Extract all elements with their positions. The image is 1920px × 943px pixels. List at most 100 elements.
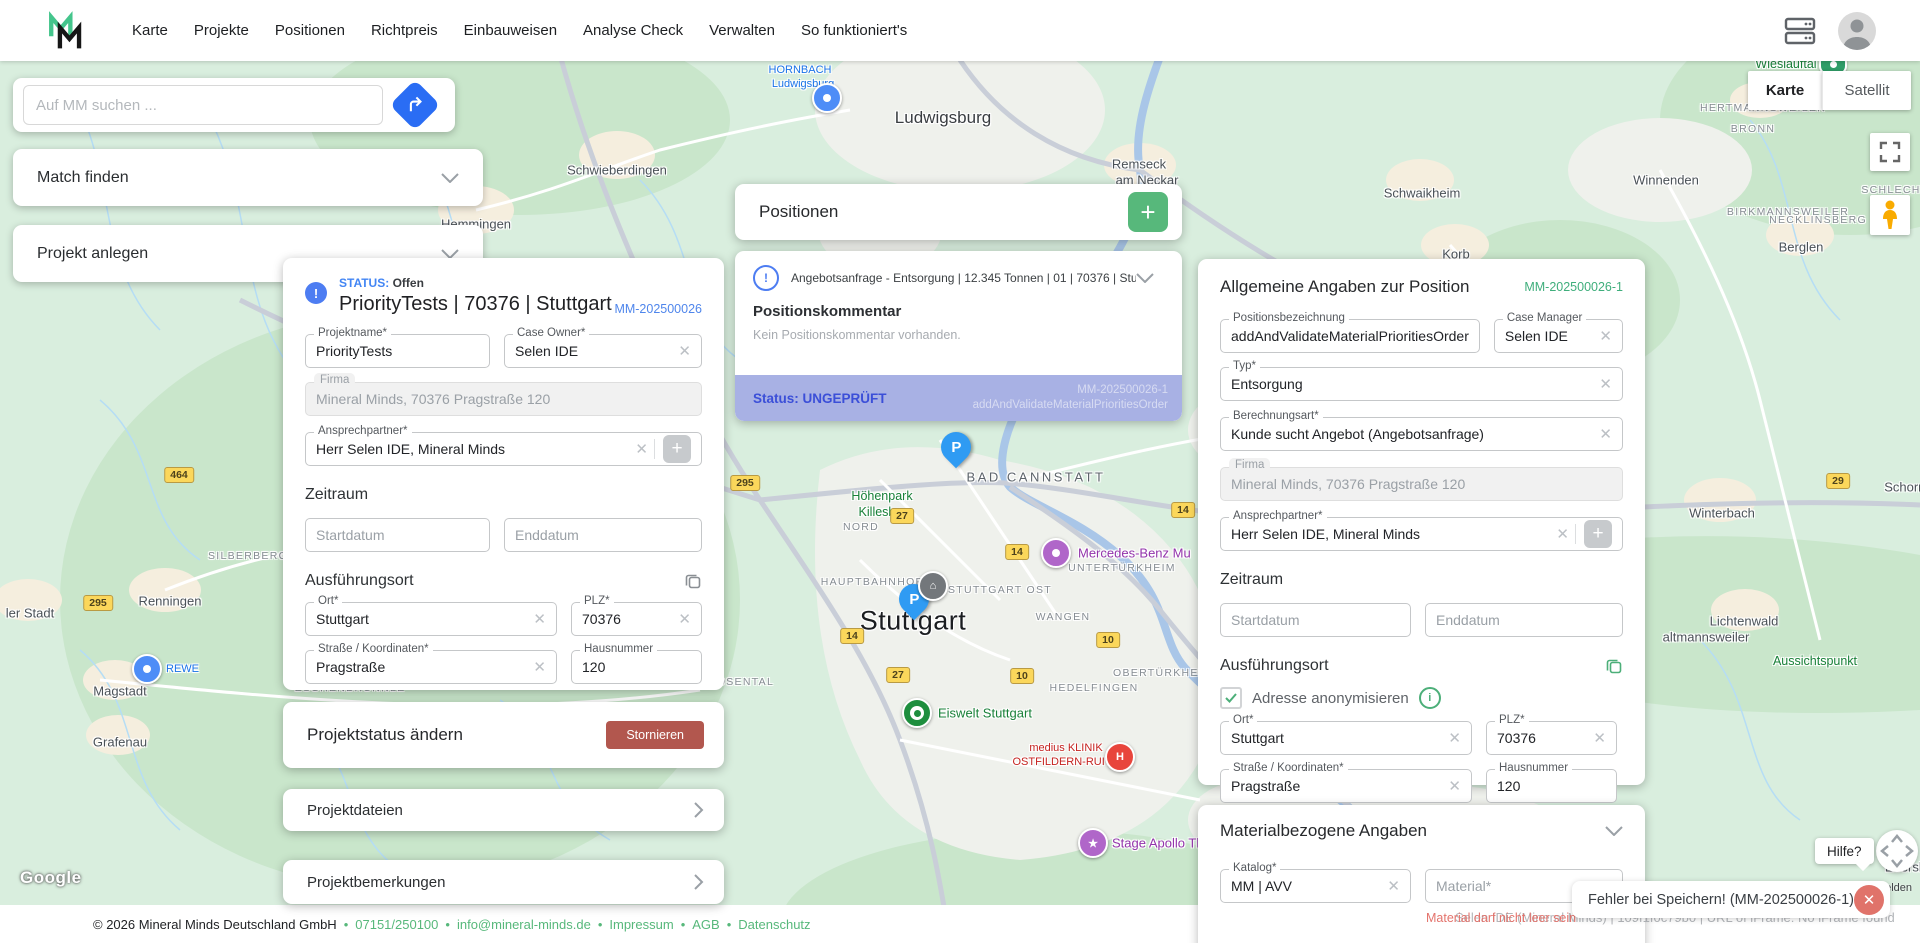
map-label: Renningen <box>139 594 202 609</box>
ausfuehrungsort-heading: Ausführungsort <box>1220 657 1329 675</box>
hornbach-poi-marker[interactable] <box>812 83 842 113</box>
clear-icon[interactable]: ✕ <box>1599 377 1612 392</box>
add-contact-button[interactable]: + <box>663 435 691 463</box>
nav-item-einbauweisen[interactable]: Einbauweisen <box>464 22 557 39</box>
nav-item-karte[interactable]: Karte <box>132 22 168 39</box>
clear-icon[interactable]: ✕ <box>1556 527 1569 542</box>
hausnummer-field[interactable]: Hausnummer 120 <box>1486 769 1617 803</box>
footer-link[interactable]: info@mineral-minds.de <box>457 917 591 932</box>
copy-address-icon[interactable] <box>684 572 702 590</box>
clear-icon[interactable]: ✕ <box>1448 731 1461 746</box>
ort-field[interactable]: Ort* Stuttgart ✕ <box>1220 721 1472 755</box>
footer-link[interactable]: 07151/250100 <box>355 917 438 932</box>
case-manager-field[interactable]: Case Manager Selen IDE ✕ <box>1494 319 1623 353</box>
match-finden-accordion[interactable]: Match finden <box>13 149 483 206</box>
firma-field: Firma Mineral Minds, 70376 Pragstraße 12… <box>305 382 702 416</box>
startdatum-field[interactable]: Startdatum <box>1220 603 1411 637</box>
chevron-down-icon[interactable] <box>1605 826 1623 836</box>
map-label: Magstadt <box>93 684 146 699</box>
eiswelt-poi-marker-dot <box>914 710 921 717</box>
zeitraum-heading: Zeitraum <box>305 486 702 504</box>
nav-item-projekte[interactable]: Projekte <box>194 22 249 39</box>
clear-icon[interactable]: ✕ <box>1593 731 1606 746</box>
nav-item-verwalten[interactable]: Verwalten <box>709 22 775 39</box>
project-notes-panel[interactable]: Projektbemerkungen <box>283 860 724 904</box>
berechnungsart-label: Berechnungsart* <box>1229 410 1323 422</box>
nav-item-analyse-check[interactable]: Analyse Check <box>583 22 683 39</box>
add-contact-button[interactable]: + <box>1584 520 1612 548</box>
clear-icon[interactable]: ✕ <box>678 612 691 627</box>
footer-link[interactable]: Datenschutz <box>738 917 810 932</box>
plz-field[interactable]: PLZ* 70376 ✕ <box>1486 721 1617 755</box>
enddatum-placeholder: Enddatum <box>1436 612 1612 628</box>
museum-poi-marker[interactable] <box>1041 538 1071 568</box>
strasse-field[interactable]: Straße / Koordinaten* Pragstraße ✕ <box>305 650 557 684</box>
map-rotate-control[interactable] <box>1876 830 1918 872</box>
case-owner-field[interactable]: Case Owner* Selen IDE ✕ <box>504 334 702 368</box>
berechnungsart-field[interactable]: Berechnungsart* Kunde sucht Angebot (Ang… <box>1220 417 1623 451</box>
eiswelt-poi-marker[interactable] <box>902 698 932 728</box>
factory-poi-marker[interactable]: ⌂ <box>918 571 948 601</box>
plz-field[interactable]: PLZ* 70376 ✕ <box>571 602 702 636</box>
footer-link[interactable]: AGB <box>692 917 719 932</box>
clear-icon[interactable]: ✕ <box>533 612 546 627</box>
mineral-minds-logo[interactable] <box>46 9 86 53</box>
stornieren-button[interactable]: Stornieren <box>606 721 704 749</box>
typ-field[interactable]: Typ* Entsorgung ✕ <box>1220 367 1623 401</box>
clear-icon[interactable]: ✕ <box>1599 329 1612 344</box>
ansprechpartner-field[interactable]: Ansprechpartner* Herr Selen IDE, Mineral… <box>1220 517 1623 551</box>
startdatum-field[interactable]: Startdatum <box>305 518 490 552</box>
info-icon[interactable]: i <box>1419 687 1441 709</box>
map-label: STUTTGART OST <box>948 584 1052 596</box>
rewe-poi-marker[interactable] <box>132 654 162 684</box>
nav-item-positionen[interactable]: Positionen <box>275 22 345 39</box>
enddatum-field[interactable]: Enddatum <box>1425 603 1623 637</box>
user-avatar[interactable] <box>1838 12 1876 50</box>
app-root: LudwigsburgHORNBACHLudwigsburgSchwieberd… <box>0 0 1920 943</box>
strasse-field[interactable]: Straße / Koordinaten* Pragstraße ✕ <box>1220 769 1472 803</box>
chevron-down-icon[interactable] <box>1136 273 1154 283</box>
clear-icon[interactable]: ✕ <box>533 660 546 675</box>
search-go-button[interactable] <box>390 80 441 131</box>
search-card <box>13 78 455 132</box>
nav-item-so-funktioniert-s[interactable]: So funktioniert's <box>801 22 907 39</box>
position-pin-bad-cannstatt[interactable]: P <box>939 430 975 470</box>
clear-icon[interactable]: ✕ <box>635 442 648 457</box>
toast-close-button[interactable]: ✕ <box>1854 885 1884 915</box>
katalog-field[interactable]: Katalog* MM | AVV ✕ <box>1220 869 1411 903</box>
clear-icon[interactable]: ✕ <box>678 344 691 359</box>
route-shield: 27 <box>890 508 914 524</box>
help-button[interactable]: Hilfe? <box>1815 838 1874 864</box>
ansprechpartner-value: Herr Selen IDE, Mineral Minds <box>316 441 627 457</box>
positionsbezeichnung-field[interactable]: Positionsbezeichnung addAndValidateMater… <box>1220 319 1480 353</box>
ansprechpartner-field[interactable]: Ansprechpartner* Herr Selen IDE, Mineral… <box>305 432 702 466</box>
map-label: Höhenpark <box>851 489 912 503</box>
theater-poi-marker[interactable]: ★ <box>1078 828 1108 858</box>
footer-link[interactable]: Impressum <box>609 917 673 932</box>
clear-icon[interactable]: ✕ <box>1448 779 1461 794</box>
person-icon <box>1838 12 1876 50</box>
footer-separator: • <box>445 917 450 932</box>
projektname-label: Projektname* <box>314 327 391 339</box>
server-icon[interactable] <box>1784 17 1816 45</box>
startdatum-placeholder: Startdatum <box>316 527 479 543</box>
hospital-poi-marker[interactable]: H <box>1105 742 1135 772</box>
project-files-panel[interactable]: Projektdateien <box>283 789 724 831</box>
projektname-field[interactable]: Projektname* PriorityTests <box>305 334 490 368</box>
clear-icon[interactable]: ✕ <box>1387 879 1400 894</box>
fullscreen-button[interactable] <box>1870 133 1910 171</box>
map-type-satellit-button[interactable]: Satellit <box>1822 71 1911 110</box>
add-position-button[interactable]: + <box>1128 192 1168 232</box>
ort-field[interactable]: Ort* Stuttgart ✕ <box>305 602 557 636</box>
position-references: MM-202500026-1 addAndValidateMaterialPri… <box>973 383 1168 413</box>
nav-item-richtpreis[interactable]: Richtpreis <box>371 22 438 39</box>
position-card[interactable]: ! Angebotsanfrage - Entsorgung | 12.345 … <box>735 251 1182 421</box>
hausnummer-field[interactable]: Hausnummer 120 <box>571 650 702 684</box>
pegman-button[interactable] <box>1870 195 1910 235</box>
search-input[interactable] <box>23 85 383 125</box>
map-type-karte-button[interactable]: Karte <box>1748 71 1822 110</box>
enddatum-field[interactable]: Enddatum <box>504 518 702 552</box>
anonymize-checkbox[interactable] <box>1220 687 1242 709</box>
clear-icon[interactable]: ✕ <box>1599 427 1612 442</box>
copy-address-icon[interactable] <box>1605 657 1623 675</box>
